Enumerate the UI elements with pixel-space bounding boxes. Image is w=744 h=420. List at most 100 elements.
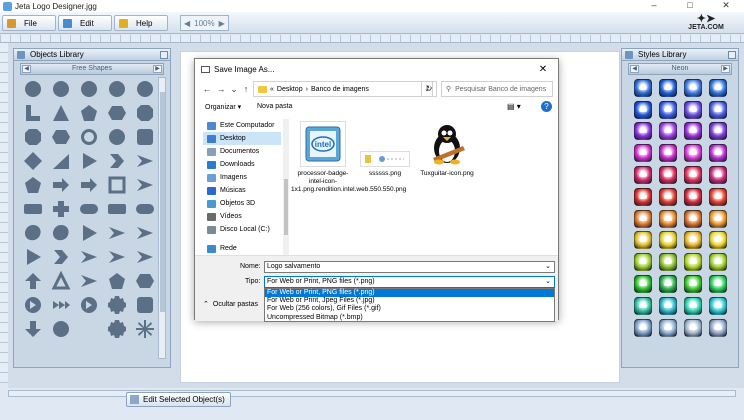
style-swatch[interactable] <box>707 77 729 99</box>
style-swatch[interactable] <box>682 186 704 208</box>
style-swatch[interactable] <box>657 230 679 252</box>
scrollbar-thumb[interactable] <box>284 179 288 235</box>
style-category-selector[interactable]: ◀ Neon ▶ <box>628 63 732 75</box>
shape-hexagon[interactable] <box>132 269 158 293</box>
style-swatch[interactable] <box>657 251 679 273</box>
shape-arrowhead[interactable] <box>104 245 130 269</box>
style-swatch[interactable] <box>682 142 704 164</box>
shape-category-selector[interactable]: ◀ Free Shapes ▶ <box>20 63 164 75</box>
shape-ringtriangle[interactable] <box>48 269 74 293</box>
shape-circle[interactable] <box>20 77 46 101</box>
nav-item[interactable]: Desktop <box>203 132 281 145</box>
style-swatch[interactable] <box>657 295 679 317</box>
shape-gear[interactable] <box>104 293 130 317</box>
style-swatch[interactable] <box>657 77 679 99</box>
up-arrow-icon[interactable]: ↑ <box>240 82 252 96</box>
file-item-intel[interactable]: intel processor-badge-intel-icon-1x1.png… <box>291 121 406 194</box>
style-swatch[interactable] <box>707 99 729 121</box>
style-swatch[interactable] <box>632 208 654 230</box>
filetype-dropdown-icon[interactable]: ⌄ <box>545 277 551 287</box>
file-item-ssssss[interactable]: ssssss.png <box>353 121 417 178</box>
file-menu[interactable]: File <box>2 15 56 31</box>
shape-wedge[interactable] <box>48 149 74 173</box>
style-swatch[interactable] <box>707 208 729 230</box>
shape-asterisk[interactable] <box>132 317 158 341</box>
dialog-close-icon[interactable]: ✕ <box>528 64 558 75</box>
shape-arrowdown[interactable] <box>20 317 46 341</box>
style-swatch[interactable] <box>682 164 704 186</box>
shape-lshape[interactable] <box>20 101 46 125</box>
shape-hexagon[interactable] <box>48 125 74 149</box>
shape-ring[interactable] <box>76 125 102 149</box>
shape-play[interactable] <box>76 221 102 245</box>
style-swatch[interactable] <box>707 121 729 143</box>
scrollbar-thumb[interactable] <box>160 92 165 312</box>
shape-roundsquare[interactable] <box>132 125 158 149</box>
shape-arrowstrip[interactable] <box>48 293 74 317</box>
shape-octagon[interactable] <box>20 125 46 149</box>
shape-pill[interactable] <box>76 197 102 221</box>
nav-item[interactable]: Downloads <box>203 158 281 171</box>
help-icon[interactable]: ? <box>541 101 552 112</box>
nav-item[interactable]: Vídeos <box>203 210 281 223</box>
filename-dropdown-icon[interactable]: ⌄ <box>545 262 551 272</box>
filetype-option-jpg[interactable]: For Web or Print, Jpeg Files (*.jpg) <box>265 297 554 305</box>
shape-circle[interactable] <box>104 125 130 149</box>
canvas-horizontal-scrollbar[interactable] <box>8 390 736 397</box>
style-swatch[interactable] <box>632 317 654 339</box>
forward-arrow-icon[interactable]: → <box>215 82 227 96</box>
style-swatch[interactable] <box>682 295 704 317</box>
style-swatch[interactable] <box>707 317 729 339</box>
hide-folders-toggle[interactable]: ⌃ Ocultar pastas <box>203 300 258 309</box>
nav-item[interactable]: Músicas <box>203 184 281 197</box>
nav-item[interactable]: Disco Local (C:) <box>203 223 281 236</box>
new-folder-button[interactable]: Nova pasta <box>257 103 292 110</box>
shape-gear[interactable] <box>104 317 130 341</box>
shape-triangle[interactable] <box>48 101 74 125</box>
shape-crescent[interactable] <box>76 317 102 341</box>
shape-hexagon[interactable] <box>104 101 130 125</box>
shape-plus[interactable] <box>48 197 74 221</box>
minimize-button[interactable]: – <box>636 0 672 12</box>
maximize-button[interactable]: □ <box>672 0 708 12</box>
style-swatch[interactable] <box>632 251 654 273</box>
next-category-icon[interactable]: ▶ <box>153 65 162 73</box>
style-swatch[interactable] <box>657 317 679 339</box>
prev-category-icon[interactable]: ◀ <box>630 65 639 73</box>
style-swatch[interactable] <box>682 121 704 143</box>
search-input[interactable]: ⚲ Pesquisar Banco de imagens <box>441 81 553 97</box>
shape-circle[interactable] <box>76 77 102 101</box>
style-swatch[interactable] <box>657 142 679 164</box>
filetype-option-gif[interactable]: For Web (256 colors), Gif Files (*.gif) <box>265 305 554 313</box>
shape-blob[interactable] <box>20 221 46 245</box>
recent-chevron-icon[interactable]: ⌄ <box>228 82 240 96</box>
shape-blob[interactable] <box>48 221 74 245</box>
shape-pill[interactable] <box>132 197 158 221</box>
filetype-select[interactable]: For Web or Print, PNG files (*.png) ⌄ <box>264 276 555 288</box>
edit-selected-objects-button[interactable]: Edit Selected Object(s) <box>126 392 231 407</box>
style-swatch[interactable] <box>657 121 679 143</box>
shape-arrowhead[interactable] <box>132 173 158 197</box>
panel-close-icon[interactable] <box>160 51 168 59</box>
style-swatch[interactable] <box>632 142 654 164</box>
shape-roundsquare[interactable] <box>132 293 158 317</box>
shape-arrowhead[interactable] <box>76 269 102 293</box>
filename-input[interactable]: Logo salvamento ⌄ <box>264 261 555 273</box>
shape-circle[interactable] <box>104 77 130 101</box>
shape-roundrect[interactable] <box>20 197 46 221</box>
style-swatch[interactable] <box>657 164 679 186</box>
organize-button[interactable]: Organizar ▾ <box>205 103 241 111</box>
shape-play[interactable] <box>76 149 102 173</box>
help-menu[interactable]: Help <box>114 15 168 31</box>
shape-arrow[interactable] <box>48 173 74 197</box>
edit-menu[interactable]: Edit <box>58 15 112 31</box>
nav-item[interactable]: Rede <box>203 242 281 255</box>
shape-circle[interactable] <box>48 317 74 341</box>
style-swatch[interactable] <box>707 273 729 295</box>
style-swatch[interactable] <box>657 208 679 230</box>
navigation-scrollbar[interactable] <box>283 119 289 255</box>
address-bar[interactable]: « Desktop › Banco de imagens ⌄ <box>253 81 433 97</box>
shape-octagon[interactable] <box>132 101 158 125</box>
shape-pentagon[interactable] <box>20 173 46 197</box>
style-swatch[interactable] <box>657 273 679 295</box>
